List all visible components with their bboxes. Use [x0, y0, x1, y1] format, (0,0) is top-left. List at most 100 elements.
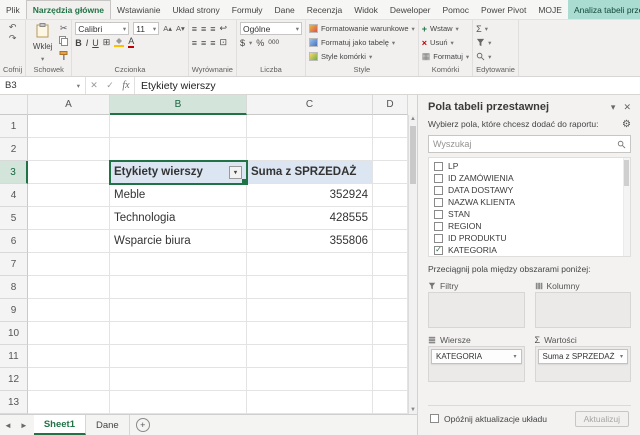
field-item-id-produktu[interactable]: ID PRODUKTU [429, 232, 630, 244]
field-checkbox[interactable] [434, 162, 443, 171]
ribbon-tab-wstawianie[interactable]: Wstawianie [111, 0, 166, 19]
gear-icon[interactable]: ⚙ [622, 119, 631, 130]
cell-B4[interactable]: Meble [110, 184, 247, 207]
scrollbar-thumb[interactable] [410, 126, 416, 184]
ribbon-tab-narzedzia-glowne[interactable]: Narzędzia główne [26, 0, 111, 19]
scroll-down-icon[interactable]: ▼ [409, 407, 417, 413]
row-header-4[interactable]: 4 [0, 184, 28, 207]
field-checkbox[interactable] [434, 198, 443, 207]
cut-icon[interactable]: ✂ [59, 23, 68, 33]
wrap-text-button[interactable]: ↩ [220, 23, 228, 34]
cell-C6[interactable]: 355806 [247, 230, 373, 253]
column-header-d[interactable]: D [373, 95, 408, 115]
percent-format-button[interactable]: % [256, 38, 264, 48]
cell-D1[interactable] [373, 115, 408, 138]
cell-A12[interactable] [28, 368, 110, 391]
grow-font-button[interactable]: A▴ [163, 24, 172, 34]
format-cells-button[interactable]: ▦ Formatuj ▾ [422, 50, 469, 63]
italic-button[interactable]: I [86, 38, 89, 48]
field-item-id-zam-wienia[interactable]: ID ZAMÓWIENIA [429, 172, 630, 184]
cell-D5[interactable] [373, 207, 408, 230]
cell-C8[interactable] [247, 276, 373, 299]
cell-A3[interactable] [28, 161, 110, 184]
cell-D2[interactable] [373, 138, 408, 161]
cell-D11[interactable] [373, 345, 408, 368]
cell-C1[interactable] [247, 115, 373, 138]
sheet-nav-right-icon[interactable]: ► [16, 415, 32, 435]
format-as-table-button[interactable]: Formatuj jako tabelę ▾ [309, 36, 415, 49]
field-item-nazwa-klienta[interactable]: NAZWA KLIENTA [429, 196, 630, 208]
ribbon-tab-dane[interactable]: Dane [268, 0, 300, 19]
cell-D13[interactable] [373, 391, 408, 414]
field-checkbox[interactable]: ✓ [434, 246, 443, 255]
insert-function-button[interactable]: fx [118, 77, 134, 94]
values-drop-zone[interactable]: Suma z SPRZEDAŻ▾ [535, 346, 632, 382]
enter-button[interactable]: ✓ [102, 77, 118, 94]
align-bottom-button[interactable]: ≡ [210, 24, 215, 34]
formula-input[interactable]: Etykiety wierszy [134, 77, 640, 94]
row-header-6[interactable]: 6 [0, 230, 28, 253]
field-pill-suma-z-sprzeda[interactable]: Suma z SPRZEDAŻ▾ [538, 349, 629, 364]
row-header-7[interactable]: 7 [0, 253, 28, 276]
filters-drop-zone[interactable] [428, 292, 525, 328]
format-painter-icon[interactable] [59, 51, 68, 63]
cell-B8[interactable] [110, 276, 247, 299]
sort-filter-button[interactable]: ▾ [476, 36, 515, 49]
cell-C13[interactable] [247, 391, 373, 414]
row-header-9[interactable]: 9 [0, 299, 28, 322]
field-item-stan[interactable]: STAN [429, 208, 630, 220]
cell-A13[interactable] [28, 391, 110, 414]
font-name-select[interactable]: Calibri ▾ [75, 22, 129, 35]
cell-C5[interactable]: 428555 [247, 207, 373, 230]
undo-icon[interactable]: ↶ [9, 22, 17, 32]
cell-D3[interactable] [373, 161, 408, 184]
shrink-font-button[interactable]: A▾ [176, 24, 185, 34]
select-all-corner[interactable] [0, 95, 28, 115]
align-middle-button[interactable]: ≡ [201, 24, 206, 34]
field-pill-kategoria[interactable]: KATEGORIA▾ [431, 349, 522, 364]
ribbon-tab-recenzja[interactable]: Recenzja [301, 0, 348, 19]
cell-A7[interactable] [28, 253, 110, 276]
cell-A2[interactable] [28, 138, 110, 161]
currency-format-button[interactable]: $ [240, 38, 245, 48]
cell-B6[interactable]: Wsparcie biura [110, 230, 247, 253]
row-header-11[interactable]: 11 [0, 345, 28, 368]
insert-cells-button[interactable]: + Wstaw ▾ [422, 22, 469, 35]
cell-A6[interactable] [28, 230, 110, 253]
ribbon-tab-moje[interactable]: MOJE [532, 0, 568, 19]
row-header-2[interactable]: 2 [0, 138, 28, 161]
cell-B5[interactable]: Technologia [110, 207, 247, 230]
row-header-8[interactable]: 8 [0, 276, 28, 299]
ribbon-tab-deweloper[interactable]: Deweloper [384, 0, 437, 19]
column-header-a[interactable]: A [28, 95, 110, 115]
cell-C11[interactable] [247, 345, 373, 368]
paste-button[interactable]: Wklej ▾ [29, 22, 56, 64]
ribbon-tab-power-pivot[interactable]: Power Pivot [475, 0, 532, 19]
ribbon-tab-analiza-tabeli-przestawnej[interactable]: Analiza tabeli przestawnej [568, 0, 640, 19]
scrollbar-thumb[interactable] [624, 160, 629, 186]
update-button[interactable]: Aktualizuj [575, 411, 629, 427]
cell-D8[interactable] [373, 276, 408, 299]
font-color-button[interactable]: A [128, 37, 134, 48]
row-header-13[interactable]: 13 [0, 391, 28, 414]
field-item-kategoria[interactable]: ✓KATEGORIA [429, 244, 630, 256]
pivot-filter-dropdown[interactable]: ▾ [229, 166, 242, 179]
cell-A9[interactable] [28, 299, 110, 322]
cell-D9[interactable] [373, 299, 408, 322]
cell-B11[interactable] [110, 345, 247, 368]
copy-icon[interactable] [59, 36, 68, 48]
redo-icon[interactable]: ↷ [9, 33, 17, 43]
ribbon-tab-plik[interactable]: Plik [0, 0, 26, 19]
field-item-region[interactable]: REGION [429, 220, 630, 232]
cell-B10[interactable] [110, 322, 247, 345]
cell-C9[interactable] [247, 299, 373, 322]
search-box[interactable] [428, 135, 631, 153]
row-header-12[interactable]: 12 [0, 368, 28, 391]
cell-D7[interactable] [373, 253, 408, 276]
align-center-button[interactable]: ≡ [201, 38, 206, 48]
row-header-5[interactable]: 5 [0, 207, 28, 230]
defer-layout-checkbox[interactable] [430, 414, 439, 423]
columns-drop-zone[interactable] [535, 292, 632, 328]
search-input[interactable] [433, 139, 617, 149]
cell-B2[interactable] [110, 138, 247, 161]
